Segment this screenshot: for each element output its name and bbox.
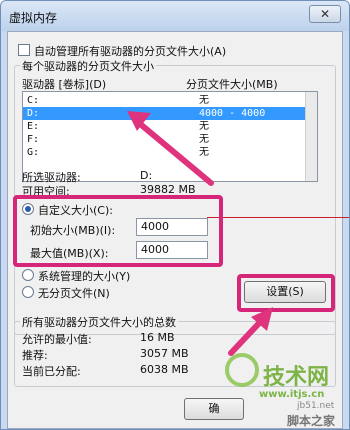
watermark-url: www.itjs.cn (259, 389, 325, 400)
watermark-logo-icon (225, 353, 259, 387)
watermark-site: jb51.net (297, 401, 335, 411)
virtual-memory-dialog: 虚拟内存 ✕ 自动管理所有驱动器的分页文件大小(A) 每个驱动器的分页文件大小 … (0, 0, 350, 430)
arrow-to-set-button-line (228, 316, 266, 356)
arrow-to-drive-d-line (136, 120, 214, 186)
watermark-site-name: 脚本之家 (287, 414, 336, 428)
watermark-brand: 技术网 (263, 365, 330, 390)
